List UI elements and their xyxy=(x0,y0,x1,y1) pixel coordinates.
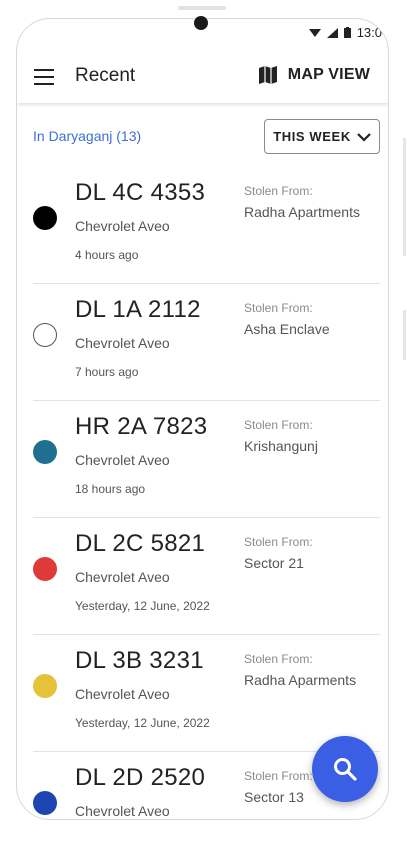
stolen-location: Sector 21 xyxy=(244,555,304,571)
vehicle-color-dot xyxy=(33,323,57,347)
vehicle-model: Chevrolet Aveo xyxy=(75,569,170,585)
period-label: THIS WEEK xyxy=(273,129,351,144)
vehicle-color-dot xyxy=(33,674,57,698)
list-item[interactable]: HR 2A 7823 Chevrolet Aveo 18 hours ago Stol… xyxy=(33,401,380,518)
vehicle-model: Chevrolet Aveo xyxy=(75,803,170,819)
stolen-location: Sector 13 xyxy=(244,789,304,805)
scroll-indicator-2 xyxy=(403,310,406,360)
vehicle-model: Chevrolet Aveo xyxy=(75,218,170,234)
vehicle-color-dot xyxy=(33,791,57,815)
search-icon xyxy=(334,758,357,781)
chevron-down-icon xyxy=(357,132,371,142)
vehicle-time: Yesterday, 12 June, 2022 xyxy=(75,716,210,730)
app-bar: Recent MAP VIEW xyxy=(17,51,388,103)
map-view-label: MAP VIEW xyxy=(287,66,370,83)
list-item[interactable]: DL 4C 4353 Chevrolet Aveo 4 hours ago Stole… xyxy=(33,167,380,284)
wifi-icon xyxy=(308,28,321,37)
list-item[interactable]: DL 1A 2112 Chevrolet Aveo 7 hours ago Stole… xyxy=(33,284,380,401)
filter-row: In Daryaganj (13) THIS WEEK xyxy=(17,119,388,159)
map-view-button[interactable]: MAP VIEW xyxy=(258,65,370,85)
vehicle-plate: DL 2C 5821 xyxy=(75,530,206,557)
vehicle-model: Chevrolet Aveo xyxy=(75,335,170,351)
vehicle-time: Yesterday, 12 June, 2022 xyxy=(75,599,210,613)
notch-bar xyxy=(178,6,226,10)
vehicle-plate: DL 1A 2112 xyxy=(75,296,201,323)
signal-icon xyxy=(326,27,338,38)
stolen-location: Radha Apartments xyxy=(244,204,360,220)
map-icon xyxy=(258,66,277,84)
status-time: 13:0 xyxy=(356,25,382,40)
phone-screen: 13:0 Recent MAP VIEW In Daryaganj (13) T… xyxy=(16,18,389,820)
scroll-indicator xyxy=(403,138,406,256)
location-filter-label[interactable]: In Daryaganj (13) xyxy=(33,128,141,144)
vehicle-model: Chevrolet Aveo xyxy=(75,452,170,468)
vehicle-time: 7 hours ago xyxy=(75,365,139,379)
status-icons: 13:0 xyxy=(308,25,382,40)
stolen-location: Asha Enclave xyxy=(244,321,330,337)
period-dropdown[interactable]: THIS WEEK xyxy=(264,119,380,154)
search-fab[interactable] xyxy=(312,736,378,802)
vehicle-plate: DL 3B 3231 xyxy=(75,647,204,674)
stolen-from-label: Stolen From: xyxy=(244,535,313,549)
vehicle-color-dot xyxy=(33,206,57,230)
vehicle-time: 18 hours ago xyxy=(75,482,146,496)
stolen-location: Radha Aparments xyxy=(244,672,357,688)
vehicle-plate: DL 2D 2520 xyxy=(75,764,206,791)
vehicle-color-dot xyxy=(33,557,57,581)
stolen-from-label: Stolen From: xyxy=(244,301,313,315)
vehicle-model: Chevrolet Aveo xyxy=(75,686,170,702)
stolen-from-label: Stolen From: xyxy=(244,652,313,666)
vehicle-list: DL 4C 4353 Chevrolet Aveo 4 hours ago Stole… xyxy=(33,167,380,819)
stolen-from-label: Stolen From: xyxy=(244,184,313,198)
vehicle-color-dot xyxy=(33,440,57,464)
battery-icon xyxy=(343,27,351,38)
camera-cutout xyxy=(194,16,208,30)
vehicle-plate: DL 4C 4353 xyxy=(75,179,206,206)
list-item[interactable]: DL 2C 5821 Chevrolet Aveo Yesterday, 12 Ju… xyxy=(33,518,380,635)
page-title: Recent xyxy=(75,65,136,86)
vehicle-time: 4 hours ago xyxy=(75,248,139,262)
menu-icon[interactable] xyxy=(34,69,54,85)
list-item[interactable]: DL 3B 3231 Chevrolet Aveo Yesterday, 12 Ju… xyxy=(33,635,380,752)
stolen-location: Krishangunj xyxy=(244,438,318,454)
stolen-from-label: Stolen From: xyxy=(244,418,313,432)
stolen-from-label: Stolen From: xyxy=(244,769,313,783)
vehicle-plate: HR 2A 7823 xyxy=(75,413,208,440)
